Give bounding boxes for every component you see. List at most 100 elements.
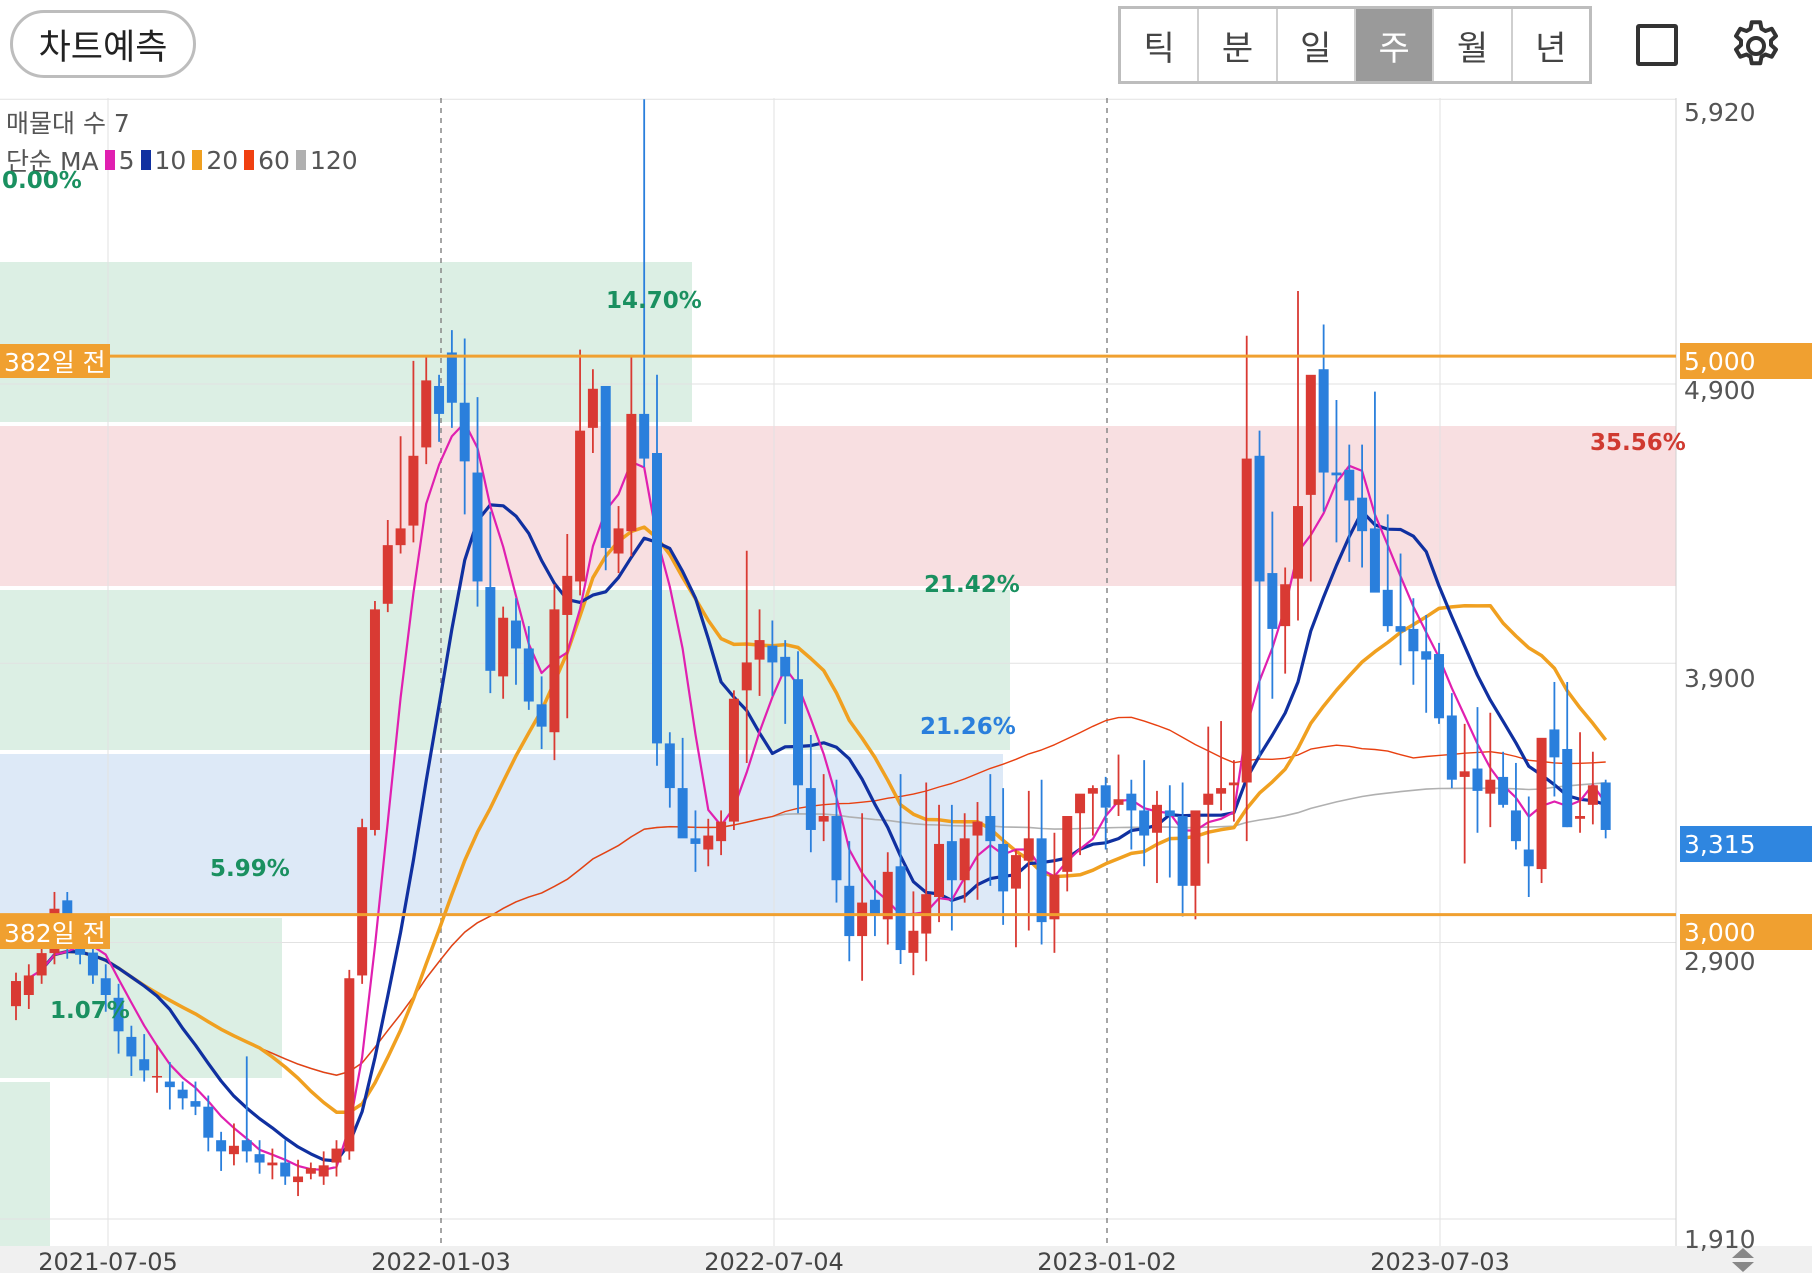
candle	[1203, 726, 1214, 864]
period-tab-tick[interactable]: 틱	[1121, 9, 1200, 81]
candle	[1036, 779, 1047, 945]
candle-body	[908, 930, 919, 953]
candle-body	[472, 472, 483, 582]
candle	[280, 1140, 291, 1185]
candle-body	[1575, 816, 1586, 819]
candle-body	[1536, 737, 1547, 870]
y-tick-label: 5,920	[1684, 98, 1756, 127]
candle-body	[600, 385, 611, 548]
candle	[1190, 810, 1201, 920]
x-axis-band	[0, 1246, 1812, 1273]
candle-body	[523, 648, 534, 702]
candle-body	[1357, 497, 1368, 532]
candle-body	[805, 788, 816, 830]
candle-body	[767, 645, 778, 663]
candle-body	[139, 1059, 150, 1071]
y-tick-label: 4,900	[1684, 376, 1756, 405]
candle-body	[1177, 816, 1188, 886]
ma60-swatch	[244, 150, 255, 170]
candle	[1049, 832, 1060, 953]
top-toolbar: 차트예측 틱 분 일 주 월 년	[0, 0, 1812, 98]
fullscreen-square-icon[interactable]	[1636, 24, 1678, 66]
candle	[1510, 762, 1521, 850]
candle	[1600, 779, 1611, 839]
candle-body	[549, 609, 560, 733]
candle-body	[1113, 799, 1124, 805]
candlestick-chart-canvas[interactable]	[0, 98, 1812, 1273]
candle	[600, 385, 611, 571]
candle-body	[1395, 626, 1406, 632]
ma60-label: 60	[258, 145, 290, 175]
gear-icon[interactable]	[1726, 16, 1786, 76]
candle-body	[267, 1162, 278, 1166]
volume-zone	[0, 1082, 50, 1246]
candle-body	[664, 743, 675, 789]
candle	[677, 737, 688, 839]
zone-percent-label: 35.56%	[1590, 430, 1686, 456]
period-selector: 틱 분 일 주 월 년	[1118, 6, 1592, 84]
candle-body	[587, 388, 598, 428]
candle	[1164, 785, 1175, 878]
candle-body	[510, 620, 521, 649]
candle-body	[434, 385, 445, 414]
candle	[254, 1140, 265, 1174]
candle	[1254, 430, 1265, 758]
candle-body	[254, 1154, 265, 1163]
candle-body	[36, 953, 47, 976]
candle-body	[1241, 458, 1252, 783]
candle	[1562, 681, 1573, 828]
candle-body	[241, 1140, 252, 1152]
candle-body	[11, 981, 21, 1007]
candle-body	[998, 843, 1009, 892]
candle-body	[485, 587, 496, 671]
candle-body	[741, 662, 752, 691]
candle	[369, 600, 380, 836]
chart-predict-button[interactable]: 차트예측	[10, 10, 196, 78]
period-tab-minute[interactable]: 분	[1199, 9, 1278, 81]
candle-body	[216, 1140, 227, 1152]
candle-body	[1126, 793, 1137, 811]
y-tick-label: 3,900	[1684, 664, 1756, 693]
period-tab-month[interactable]: 월	[1434, 9, 1513, 81]
price-chart[interactable]: 매물대 수 7 단순 MA 5 10 20 60 120 0.00% 5,920…	[0, 98, 1812, 1276]
candle-body	[1254, 455, 1265, 582]
candle	[1241, 335, 1252, 842]
candle-body	[1562, 748, 1573, 828]
level-line-tag[interactable]: 382일 전	[0, 344, 110, 378]
candle-body	[1318, 369, 1329, 473]
x-tick-label: 2023-01-02	[1037, 1248, 1177, 1276]
scroll-handle-icon[interactable]	[1728, 1246, 1758, 1273]
candle-body	[100, 978, 111, 996]
candle-body	[1421, 651, 1432, 660]
y-tick-label: 2,900	[1684, 947, 1756, 976]
candle-body	[293, 1176, 304, 1183]
candle	[1216, 721, 1227, 811]
candle-body	[459, 402, 470, 462]
candle	[305, 1162, 316, 1180]
candle-body	[1203, 793, 1214, 805]
candle	[1575, 732, 1586, 833]
candle-body	[498, 617, 509, 677]
period-tab-week[interactable]: 주	[1355, 9, 1435, 81]
candle	[1151, 790, 1162, 884]
candle	[1434, 642, 1445, 724]
zone-percent-label: 14.70%	[606, 288, 702, 314]
candle-body	[1305, 374, 1316, 495]
level-price-tag: 5,000	[1680, 343, 1812, 379]
ma10-swatch	[140, 150, 151, 170]
candle-body	[703, 835, 714, 850]
candle	[344, 969, 355, 1160]
candle-body	[652, 452, 662, 744]
candle	[190, 1081, 201, 1116]
volume-zone	[0, 426, 1676, 586]
level-line-tag[interactable]: 382일 전	[0, 915, 110, 949]
candle-body	[87, 952, 98, 976]
candle-body	[1472, 768, 1483, 791]
candle-body	[1434, 654, 1445, 719]
candle-body	[946, 841, 957, 881]
candle	[1113, 754, 1124, 817]
period-tab-year[interactable]: 년	[1513, 9, 1589, 81]
period-tab-day[interactable]: 일	[1278, 9, 1356, 81]
candle	[318, 1151, 329, 1185]
candle-body	[1049, 874, 1060, 920]
